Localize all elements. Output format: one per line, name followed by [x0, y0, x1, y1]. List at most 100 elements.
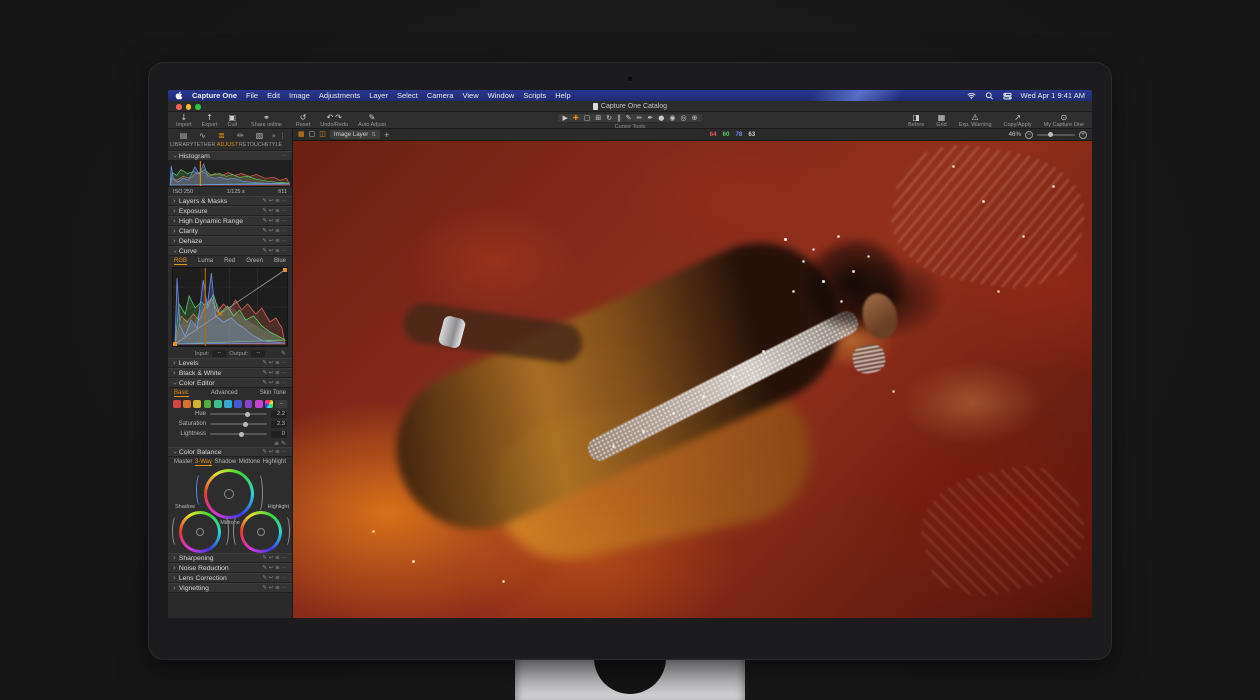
saturation-thumb[interactable]	[243, 422, 248, 427]
panel-action-icons[interactable]: ✎ ↩ ≡ ⋯	[262, 218, 287, 224]
swatch-orange[interactable]	[183, 400, 191, 408]
panel-noise-reduction[interactable]: › Noise Reduction ✎ ↩ ≡ ⋯	[168, 563, 292, 573]
view-mode-multi-icon[interactable]: ▦	[298, 131, 305, 138]
zoom-out-icon[interactable]: −	[1025, 131, 1033, 139]
tab-adjust[interactable]: ADJUST	[216, 142, 239, 150]
curve-tab-luma[interactable]: Luma	[198, 258, 213, 264]
tab-style[interactable]: STYLE	[262, 142, 285, 150]
zoom-slider[interactable]	[1037, 134, 1075, 136]
panel-histogram[interactable]: › Histogram ⋯	[168, 151, 292, 161]
swatch-yellow[interactable]	[193, 400, 201, 408]
cull-button[interactable]: ▣ Cull	[228, 113, 237, 129]
highlight-wheel[interactable]	[240, 511, 282, 553]
tab-more-icon[interactable]: ⋮	[279, 132, 286, 140]
cb-tab-highlight[interactable]: Highlight	[263, 459, 286, 465]
cursor-tool-select[interactable]: ▶	[563, 114, 568, 122]
panel-action-icons[interactable]: ✎ ↩ ≡ ⋯	[262, 370, 287, 376]
saturation-value[interactable]: 2.3	[271, 421, 287, 428]
swatch-green[interactable]	[204, 400, 212, 408]
zoom-thumb[interactable]	[1048, 132, 1053, 137]
menu-item-window[interactable]: Window	[488, 91, 515, 100]
panel-black-white[interactable]: › Black & White ✎ ↩ ≡ ⋯	[168, 368, 292, 378]
panel-levels[interactable]: › Levels ✎ ↩ ≡ ⋯	[168, 358, 292, 368]
highlight-right-arc[interactable]	[281, 515, 290, 547]
tab-tether[interactable]: TETHER	[193, 142, 216, 150]
view-mode-split-icon[interactable]: ◫	[319, 131, 326, 138]
menu-item-select[interactable]: Select	[397, 91, 418, 100]
cursor-tool-loupe[interactable]: ▢	[584, 114, 591, 122]
panel-exposure[interactable]: › Exposure ✎ ↩ ≡ ⋯	[168, 206, 292, 216]
cursor-tool-gradient-mask[interactable]: ✒	[647, 114, 653, 122]
menu-item-capture-one[interactable]: Capture One	[192, 91, 237, 100]
curve-tab-blue[interactable]: Blue	[274, 258, 286, 264]
panel-curve[interactable]: › Curve ✎ ↩ ≡ ⋯	[168, 246, 292, 256]
shadow-left-arc[interactable]	[172, 515, 181, 547]
add-layer-button[interactable]: +	[384, 131, 390, 139]
wifi-icon[interactable]	[967, 92, 976, 100]
grid-button[interactable]: ▦ Grid	[936, 113, 946, 129]
panel-menu-icon[interactable]: ⋯	[282, 153, 288, 159]
export-button[interactable]: ↑ Export	[202, 113, 218, 129]
ce-tab-skin-tone[interactable]: Skin Tone	[260, 390, 286, 396]
cursor-tool-heal[interactable]: ●	[658, 114, 664, 122]
photo-canvas[interactable]	[293, 141, 1092, 618]
stepper-icon[interactable]: ⇅	[371, 132, 376, 138]
panel-high-dynamic-range[interactable]: › High Dynamic Range ✎ ↩ ≡ ⋯	[168, 216, 292, 226]
my-capture-one-button[interactable]: ⊙ My Capture One	[1044, 113, 1084, 129]
cursor-tool-crop[interactable]: ⊞	[595, 114, 601, 122]
ce-tab-advanced[interactable]: Advanced	[211, 390, 238, 396]
panel-action-icons[interactable]: ✎ ↩ ≡ ⋯	[262, 228, 287, 234]
hue-slider[interactable]	[210, 413, 267, 415]
ce-tab-basic[interactable]: Basic	[174, 390, 189, 397]
reset-button[interactable]: ↺ Reset	[296, 113, 310, 129]
cb-tab-shadow[interactable]: Shadow	[215, 459, 237, 465]
tab-retouch[interactable]: RETOUCH	[239, 142, 262, 150]
panel-layers-masks[interactable]: › Layers & Masks ✎ ↩ ≡ ⋯	[168, 196, 292, 206]
cursor-tool-spot[interactable]: ◎	[681, 114, 687, 122]
swatch-more-button[interactable]: ‒	[275, 400, 287, 408]
panel-sharpening[interactable]: › Sharpening ✎ ↩ ≡ ⋯	[168, 553, 292, 563]
import-button[interactable]: ↓ Import	[176, 113, 192, 129]
panel-action-icons[interactable]: ✎ ↩ ≡ ⋯	[262, 575, 287, 581]
share-online-button[interactable]: ⚭ Share online	[251, 113, 282, 129]
cb-tab-master[interactable]: Master	[174, 459, 192, 465]
input-value[interactable]: --	[212, 350, 226, 357]
color-editor-footer-icons[interactable]: ≡ ✎	[274, 440, 286, 447]
shadow-right-arc[interactable]	[220, 515, 229, 547]
curve-tab-rgb[interactable]: RGB	[174, 258, 187, 265]
shadow-wheel[interactable]	[179, 511, 221, 553]
swatch-magenta[interactable]	[255, 400, 263, 408]
swatch-blue[interactable]	[234, 400, 242, 408]
panel-color-balance[interactable]: › Color Balance ✎ ↩ ≡ ⋯	[168, 447, 292, 457]
zoom-button[interactable]	[195, 104, 201, 110]
swatch-purple[interactable]	[245, 400, 253, 408]
copy-apply-button[interactable]: ↗ Copy/Apply	[1004, 113, 1032, 129]
cursor-tool-pick[interactable]: ⊕	[692, 114, 698, 122]
panel-action-icons[interactable]: ✎ ↩ ≡ ⋯	[262, 449, 287, 455]
panel-color-editor[interactable]: › Color Editor ✎ ↩ ≡ ⋯	[168, 378, 292, 388]
menu-item-image[interactable]: Image	[289, 91, 310, 100]
zoom-level[interactable]: 46%	[1009, 131, 1021, 138]
swatch-cyan[interactable]	[224, 400, 232, 408]
layer-selector[interactable]: Image Layer ⇅	[330, 130, 380, 139]
highlight-left-arc[interactable]	[233, 515, 242, 547]
panel-action-icons[interactable]: ✎ ↩ ≡ ⋯	[262, 238, 287, 244]
menu-item-help[interactable]: Help	[555, 91, 570, 100]
before-button[interactable]: ◨ Before	[908, 113, 924, 129]
lightness-thumb[interactable]	[239, 432, 244, 437]
midtone-wheel[interactable]	[204, 469, 254, 519]
swatch-red[interactable]	[173, 400, 181, 408]
output-value[interactable]: --	[251, 350, 265, 357]
zoom-in-icon[interactable]: +	[1079, 131, 1087, 139]
menu-item-edit[interactable]: Edit	[267, 91, 280, 100]
cursor-tool-draw-mask[interactable]: ✎	[626, 114, 632, 122]
panel-action-icons[interactable]: ✎ ↩ ≡ ⋯	[262, 198, 287, 204]
saturation-slider[interactable]	[210, 423, 267, 425]
minimize-button[interactable]	[186, 104, 192, 110]
menu-item-camera[interactable]: Camera	[427, 91, 454, 100]
panel-action-icons[interactable]: ✎ ↩ ≡ ⋯	[262, 555, 287, 561]
menu-item-adjustments[interactable]: Adjustments	[319, 91, 360, 100]
cb-tab-3way[interactable]: 3-Way	[195, 459, 212, 466]
lightness-slider[interactable]	[210, 433, 267, 435]
cursor-tool-pan[interactable]: ✚	[573, 114, 579, 122]
